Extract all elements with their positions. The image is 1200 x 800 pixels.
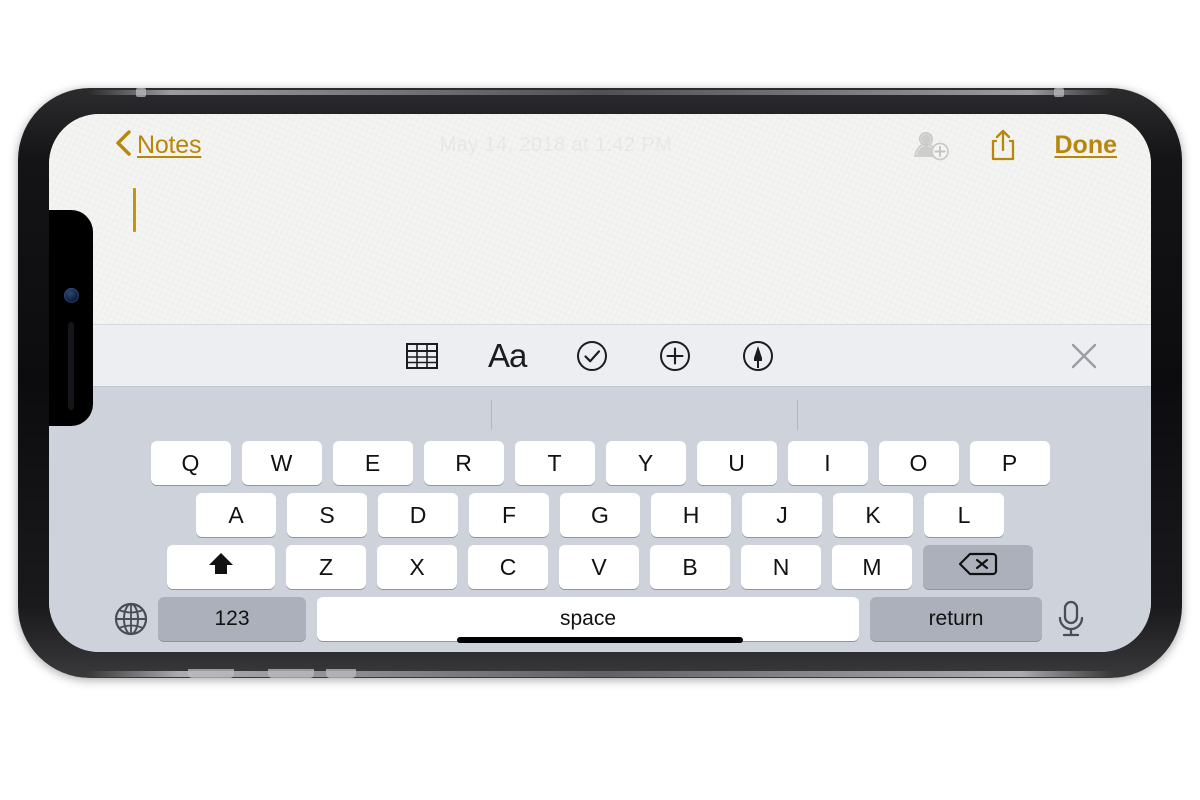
- keyboard-row-3: Z X C V B N M: [49, 545, 1151, 589]
- done-button[interactable]: Done: [1055, 131, 1118, 160]
- key-u[interactable]: U: [696, 441, 777, 485]
- key-v[interactable]: V: [559, 545, 639, 589]
- shift-key[interactable]: [167, 545, 275, 589]
- key-j[interactable]: J: [742, 493, 822, 537]
- numbers-key[interactable]: 123: [158, 597, 306, 641]
- format-toolbar: Aa: [49, 324, 1151, 387]
- predictive-divider: [491, 400, 492, 430]
- frame-antenna-band-bottom: [88, 671, 1112, 677]
- keyboard-row-2: A S D F G H J K L: [49, 493, 1151, 537]
- key-s[interactable]: S: [287, 493, 367, 537]
- key-r[interactable]: R: [423, 441, 504, 485]
- key-m[interactable]: M: [832, 545, 912, 589]
- table-icon[interactable]: [405, 340, 439, 372]
- markup-pen-icon[interactable]: [741, 339, 775, 373]
- key-d[interactable]: D: [378, 493, 458, 537]
- phone-screen: Notes May 14, 2018 at 1:42 PM Done Aa Q …: [49, 114, 1151, 652]
- add-attachment-icon[interactable]: [658, 339, 692, 373]
- device-notch: [49, 210, 93, 426]
- key-c[interactable]: C: [468, 545, 548, 589]
- key-g[interactable]: G: [560, 493, 640, 537]
- predictive-divider: [797, 400, 798, 430]
- add-person-icon[interactable]: [911, 129, 951, 161]
- key-b[interactable]: B: [650, 545, 730, 589]
- globe-icon[interactable]: [111, 599, 151, 639]
- key-e[interactable]: E: [332, 441, 413, 485]
- note-body-editor[interactable]: [49, 176, 1151, 324]
- back-to-notes-label: Notes: [137, 130, 202, 159]
- antenna-line: [1054, 88, 1064, 97]
- antenna-line: [188, 669, 234, 678]
- note-page: Notes May 14, 2018 at 1:42 PM Done: [49, 114, 1151, 324]
- key-h[interactable]: H: [651, 493, 731, 537]
- frame-antenna-band-top: [88, 90, 1112, 95]
- shift-arrow-icon: [206, 550, 236, 584]
- checklist-icon[interactable]: [575, 339, 609, 373]
- key-p[interactable]: P: [969, 441, 1050, 485]
- delete-key[interactable]: [923, 545, 1033, 589]
- key-y[interactable]: Y: [605, 441, 686, 485]
- key-w[interactable]: W: [241, 441, 322, 485]
- close-x-icon[interactable]: [1067, 339, 1101, 373]
- space-key[interactable]: space: [317, 597, 859, 641]
- share-icon[interactable]: [989, 128, 1017, 162]
- key-x[interactable]: X: [377, 545, 457, 589]
- keyboard-row-4: 123 space return: [49, 597, 1151, 641]
- onscreen-keyboard: Q W E R T Y U I O P A S D F G H J K L Z …: [49, 387, 1151, 652]
- note-date-stamp: May 14, 2018 at 1:42 PM: [439, 133, 673, 156]
- earpiece-speaker-icon: [68, 322, 74, 410]
- key-f[interactable]: F: [469, 493, 549, 537]
- return-key[interactable]: return: [870, 597, 1042, 641]
- text-caret: [133, 188, 136, 232]
- chevron-left-icon: [113, 128, 133, 163]
- backspace-icon: [957, 550, 999, 584]
- key-a[interactable]: A: [196, 493, 276, 537]
- back-to-notes-button[interactable]: Notes: [113, 128, 202, 163]
- home-indicator[interactable]: [457, 637, 743, 643]
- front-camera-icon: [64, 288, 79, 303]
- text-format-icon[interactable]: Aa: [488, 339, 527, 372]
- format-tool-group: Aa: [405, 339, 775, 373]
- microphone-icon[interactable]: [1053, 598, 1089, 640]
- keyboard-row-1: Q W E R T Y U I O P: [49, 441, 1151, 485]
- antenna-line: [268, 669, 314, 678]
- key-z[interactable]: Z: [286, 545, 366, 589]
- antenna-line: [326, 669, 356, 678]
- key-q[interactable]: Q: [150, 441, 231, 485]
- antenna-line: [136, 88, 146, 97]
- key-n[interactable]: N: [741, 545, 821, 589]
- key-i[interactable]: I: [787, 441, 868, 485]
- navbar-actions: Done: [911, 128, 1118, 162]
- key-o[interactable]: O: [878, 441, 959, 485]
- phone-device: Notes May 14, 2018 at 1:42 PM Done Aa Q …: [18, 88, 1182, 678]
- key-k[interactable]: K: [833, 493, 913, 537]
- note-navbar: Notes May 14, 2018 at 1:42 PM Done: [49, 114, 1151, 176]
- key-l[interactable]: L: [924, 493, 1004, 537]
- predictive-text-bar[interactable]: [49, 387, 1151, 441]
- key-t[interactable]: T: [514, 441, 595, 485]
